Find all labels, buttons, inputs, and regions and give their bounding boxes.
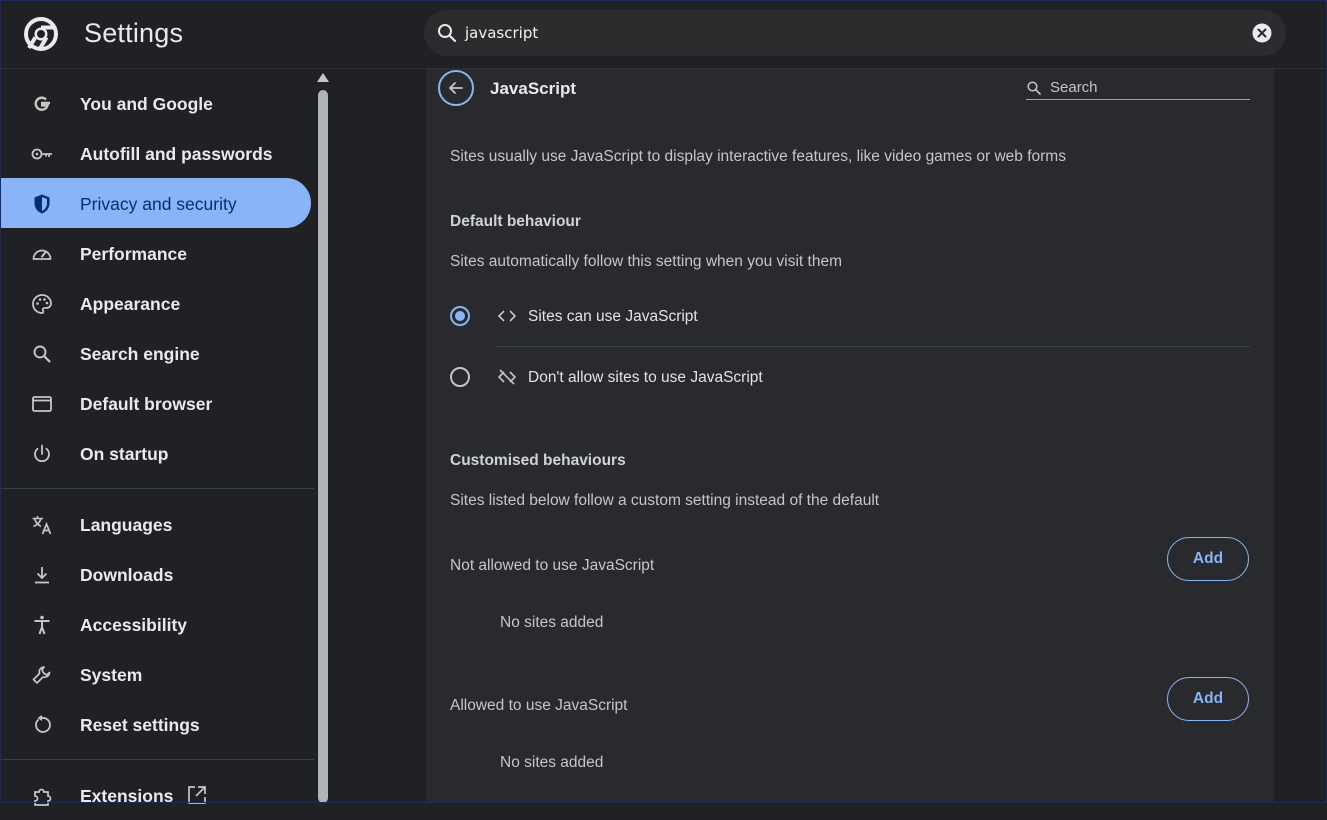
scrollbar-thumb[interactable] bbox=[318, 90, 328, 803]
sidebar-divider bbox=[0, 759, 314, 760]
sidebar-item-label: Downloads bbox=[80, 565, 174, 585]
sidebar-item-reset-settings[interactable]: Reset settings bbox=[0, 699, 311, 749]
sidebar-item-label: Appearance bbox=[80, 294, 181, 314]
option-divider bbox=[496, 346, 1250, 347]
search-input[interactable]: javascript bbox=[465, 24, 538, 42]
javascript-settings-card: JavaScript Search Sites usually use Java… bbox=[426, 69, 1274, 803]
translate-icon bbox=[32, 516, 52, 535]
sidebar: You and Google Autofill and passwords Pr… bbox=[0, 69, 316, 806]
puzzle-icon bbox=[34, 788, 52, 806]
page-search-input[interactable]: Search bbox=[1050, 79, 1098, 96]
clear-search-icon[interactable] bbox=[1252, 23, 1272, 43]
sidebar-item-privacy-and-security[interactable]: Privacy and security bbox=[0, 178, 311, 228]
search-icon bbox=[1027, 81, 1041, 95]
option-block-label[interactable]: Don't allow sites to use JavaScript bbox=[528, 369, 763, 387]
sidebar-item-performance[interactable]: Performance bbox=[0, 228, 311, 278]
code-brackets-icon bbox=[497, 310, 517, 322]
wrench-icon bbox=[32, 666, 51, 684]
sidebar-item-downloads[interactable]: Downloads bbox=[0, 549, 311, 599]
sidebar-item-label: System bbox=[80, 665, 143, 685]
sidebar-item-search-engine[interactable]: Search engine bbox=[0, 328, 311, 378]
google-g-icon bbox=[34, 96, 50, 111]
sidebar-item-label: On startup bbox=[80, 444, 169, 464]
settings-search-box[interactable]: javascript bbox=[424, 10, 1286, 56]
allowed-list-label: Allowed to use JavaScript bbox=[450, 697, 628, 714]
sidebar-item-system[interactable]: System bbox=[0, 649, 311, 699]
browser-window-icon bbox=[32, 396, 52, 412]
sidebar-item-accessibility[interactable]: Accessibility bbox=[0, 599, 311, 649]
sidebar-item-default-browser[interactable]: Default browser bbox=[0, 378, 311, 428]
speedometer-icon bbox=[32, 249, 52, 260]
sidebar-item-label: Languages bbox=[80, 515, 173, 535]
search-icon bbox=[33, 345, 51, 363]
allowed-empty-text: No sites added bbox=[500, 754, 604, 771]
radio-allow-javascript[interactable] bbox=[450, 306, 470, 326]
add-not-allowed-button[interactable]: Add bbox=[1167, 537, 1249, 581]
download-icon bbox=[35, 567, 49, 584]
top-bar: Settings javascript bbox=[0, 0, 1327, 69]
app-title: Settings bbox=[84, 18, 184, 48]
right-background bbox=[1274, 69, 1327, 803]
page-title: JavaScript bbox=[490, 79, 576, 98]
key-icon bbox=[31, 148, 52, 160]
sidebar-item-label: Reset settings bbox=[80, 715, 200, 735]
default-behaviour-subtext: Sites automatically follow this setting … bbox=[450, 253, 842, 270]
option-allow-label[interactable]: Sites can use JavaScript bbox=[528, 308, 698, 326]
sidebar-item-languages[interactable]: Languages bbox=[0, 499, 311, 549]
sidebar-item-appearance[interactable]: Appearance bbox=[0, 278, 311, 328]
sidebar-item-label: Extensions bbox=[80, 786, 174, 806]
customised-behaviours-heading: Customised behaviours bbox=[450, 452, 626, 469]
customised-behaviours-subtext: Sites listed below follow a custom setti… bbox=[450, 492, 880, 509]
power-icon bbox=[34, 444, 50, 463]
page-description: Sites usually use JavaScript to display … bbox=[450, 148, 1066, 165]
sidebar-item-label: Privacy and security bbox=[80, 194, 237, 214]
search-icon bbox=[438, 24, 457, 43]
radio-block-javascript[interactable] bbox=[450, 367, 470, 387]
page-search-field[interactable]: Search bbox=[1026, 77, 1250, 100]
sidebar-item-autofill[interactable]: Autofill and passwords bbox=[0, 128, 311, 178]
add-allowed-button[interactable]: Add bbox=[1167, 677, 1249, 721]
chrome-logo-icon bbox=[24, 17, 58, 51]
not-allowed-empty-text: No sites added bbox=[500, 614, 604, 631]
palette-icon bbox=[32, 294, 52, 314]
sidebar-item-label: Performance bbox=[80, 244, 187, 264]
default-behaviour-heading: Default behaviour bbox=[450, 213, 581, 230]
sidebar-item-label: Default browser bbox=[80, 394, 213, 414]
code-off-icon bbox=[497, 369, 517, 385]
sidebar-item-label: Search engine bbox=[80, 344, 200, 364]
shield-icon bbox=[34, 194, 50, 214]
sidebar-divider bbox=[0, 488, 314, 489]
sidebar-item-label: You and Google bbox=[80, 94, 213, 114]
reset-icon bbox=[35, 715, 51, 733]
not-allowed-list-label: Not allowed to use JavaScript bbox=[450, 557, 655, 574]
accessibility-icon bbox=[34, 615, 50, 635]
sidebar-item-label: Autofill and passwords bbox=[80, 144, 273, 164]
back-button[interactable] bbox=[438, 70, 474, 106]
sidebar-item-you-and-google[interactable]: You and Google bbox=[0, 78, 311, 128]
scroll-up-arrow-icon[interactable] bbox=[317, 73, 329, 82]
back-arrow-icon bbox=[449, 82, 463, 94]
sidebar-item-label: Accessibility bbox=[80, 615, 187, 635]
sidebar-item-extensions[interactable]: Extensions bbox=[0, 770, 311, 820]
sidebar-item-on-startup[interactable]: On startup bbox=[0, 428, 311, 478]
